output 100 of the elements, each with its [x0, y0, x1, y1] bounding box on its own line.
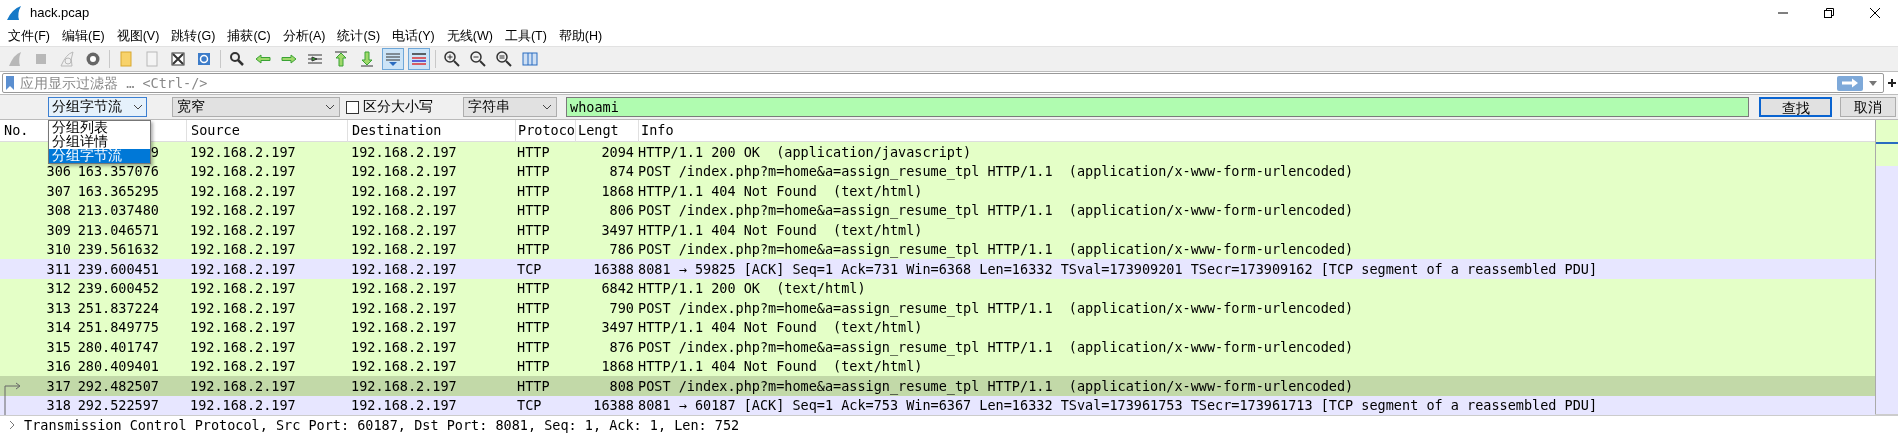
menu-item[interactable]: 跳转(G): [165, 26, 222, 46]
close-icon: [1870, 8, 1880, 18]
zoom-out-icon: [469, 50, 487, 68]
table-cell: HTTP: [517, 280, 550, 297]
table-cell: 312: [46, 280, 71, 297]
table-cell: 292.482507: [77, 377, 159, 394]
table-cell: 192.168.2.197: [190, 280, 296, 297]
packet-row[interactable]: 313 251.837224 192.168.2.197 192.168.2.197 HTTP 790 POST /index.php?m=home&a=assign_resume_tpl HTTP/1.1 (application/x-www-form-urlencoded): [0, 298, 1875, 318]
menu-item[interactable]: 捕获(C): [221, 26, 277, 46]
packet-minimap[interactable]: [1875, 120, 1898, 414]
table-cell: HTTP: [517, 241, 550, 258]
menu-item[interactable]: 工具(T): [498, 26, 553, 46]
table-cell: HTTP: [517, 358, 550, 375]
dropdown-icon[interactable]: [1869, 80, 1877, 86]
table-cell: 192.168.2.197: [190, 182, 296, 199]
dropdown-option[interactable]: 分组字节流: [49, 149, 150, 163]
table-cell: 239.600451: [77, 260, 159, 277]
cancel-button[interactable]: 取消: [1840, 97, 1896, 117]
column-header[interactable]: Lengt: [575, 119, 638, 142]
table-cell: 306: [46, 163, 71, 180]
search-field[interactable]: whoami: [566, 97, 1749, 117]
menu-item[interactable]: 电话(Y): [386, 26, 441, 46]
table-cell: HTTP/1.1 404 Not Found (text/html): [638, 221, 923, 238]
search-icon: [228, 50, 246, 68]
column-header[interactable]: Destination: [347, 119, 515, 142]
restore-icon: [1824, 8, 1834, 18]
apply-filter-button[interactable]: [1837, 75, 1863, 91]
file-icon: [143, 50, 161, 68]
table-cell: 790: [609, 299, 634, 316]
table-cell: 192.168.2.197: [351, 338, 457, 355]
table-cell: 310: [46, 241, 71, 258]
packet-row[interactable]: 316 280.409401 192.168.2.197 192.168.2.197 HTTP 1868 HTTP/1.1 404 Not Found (text/html): [0, 356, 1875, 376]
table-cell: 192.168.2.197: [190, 338, 296, 355]
table-cell: 6842: [601, 280, 634, 297]
packet-row[interactable]: 317 292.482507 192.168.2.197 192.168.2.197 HTTP 808 POST /index.php?m=home&a=assign_resume_tpl HTTP/1.1 (application/x-www-form-urlencoded): [0, 376, 1875, 396]
charset-dropdown[interactable]: 宽窄: [172, 97, 340, 117]
packet-row[interactable]: 314 251.849775 192.168.2.197 192.168.2.197 HTTP 3497 HTTP/1.1 404 Not Found (text/html): [0, 317, 1875, 337]
find-button[interactable]: 查找: [1759, 97, 1832, 117]
table-cell: 1868: [601, 182, 634, 199]
table-cell: HTTP/1.1 200 OK (application/javascript): [638, 143, 972, 160]
reload-icon: [195, 50, 213, 68]
menu-item[interactable]: 编辑(E): [55, 26, 111, 46]
plus-icon[interactable]: [1888, 79, 1896, 87]
table-cell: HTTP: [517, 182, 550, 199]
chevron-down-icon: [542, 104, 552, 110]
search-in-dropdown[interactable]: 分组字节流: [48, 97, 147, 117]
table-cell: 307: [46, 182, 71, 199]
zoom-reset-icon: [495, 50, 513, 68]
table-cell: TCP: [517, 397, 542, 414]
column-header[interactable]: Info: [638, 119, 1875, 142]
packet-row[interactable]: 309 213.046571 192.168.2.197 192.168.2.197 HTTP 3497 HTTP/1.1 404 Not Found (text/html): [0, 220, 1875, 240]
table-cell: 239.561632: [77, 241, 159, 258]
table-cell: POST /index.php?m=home&a=assign_resume_tpl HTTP/1.1 (application/x-www-form-urlencoded): [638, 241, 1354, 258]
menu-item[interactable]: 帮助(H): [552, 26, 609, 46]
column-header[interactable]: Source: [186, 119, 347, 142]
table-cell: 192.168.2.197: [351, 143, 457, 160]
table-cell: 251.849775: [77, 319, 159, 336]
packet-row[interactable]: 312 239.600452 192.168.2.197 192.168.2.197 HTTP 6842 HTTP/1.1 200 OK (text/html): [0, 278, 1875, 298]
checkbox[interactable]: [346, 100, 359, 114]
table-cell: 213.046571: [77, 221, 159, 238]
table-cell: 2094: [601, 143, 634, 160]
table-cell: HTTP/1.1 200 OK (text/html): [638, 280, 866, 297]
autoscroll-button[interactable]: [382, 48, 404, 70]
table-cell: 239.600452: [77, 280, 159, 297]
table-cell: 192.168.2.197: [351, 397, 457, 414]
packet-row[interactable]: 311 239.600451 192.168.2.197 192.168.2.197 TCP 16388 8081 → 59825 [ACK] Seq=1 Ack=731 Win=6368 Len=16332 TSval=173909201 TSecr=173909162 [TCP segment of a reassembled PDU]: [0, 259, 1875, 279]
table-cell: 308: [46, 202, 71, 219]
gear-icon: [84, 50, 102, 68]
table-cell: 192.168.2.197: [190, 377, 296, 394]
search-type-dropdown[interactable]: 字符串: [463, 97, 557, 117]
packet-row[interactable]: 307 163.365295 192.168.2.197 192.168.2.197 HTTP 1868 HTTP/1.1 404 Not Found (text/html): [0, 181, 1875, 201]
chevron-down-icon: [325, 104, 335, 110]
menu-item[interactable]: 统计(S): [331, 26, 387, 46]
table-cell: 192.168.2.197: [190, 143, 296, 160]
table-cell: TCP: [517, 260, 542, 277]
packet-row[interactable]: 318 292.522597 192.168.2.197 192.168.2.197 TCP 16388 8081 → 60187 [ACK] Seq=1 Ack=753 Win=6367 Len=16332 TSval=173961753 TSecr=173961713 [TCP segment of a reassembled PDU]: [0, 395, 1875, 415]
packet-row[interactable]: 308 213.037480 192.168.2.197 192.168.2.197 HTTP 806 POST /index.php?m=home&a=assign_resume_tpl HTTP/1.1 (application/x-www-form-urlencoded): [0, 200, 1875, 220]
table-cell: POST /index.php?m=home&a=assign_resume_tpl HTTP/1.1 (application/x-www-form-urlencoded): [638, 202, 1354, 219]
packet-row[interactable]: 310 239.561632 192.168.2.197 192.168.2.197 HTTP 786 POST /index.php?m=home&a=assign_resume_tpl HTTP/1.1 (application/x-www-form-urlencoded): [0, 239, 1875, 259]
table-cell: 280.401747: [77, 338, 159, 355]
fin-restart-icon: [58, 50, 76, 68]
column-header[interactable]: Protoco: [515, 119, 575, 142]
menu-item[interactable]: 文件(F): [2, 26, 56, 46]
menu-item[interactable]: 无线(W): [440, 26, 499, 46]
table-cell: 192.168.2.197: [351, 280, 457, 297]
packet-row[interactable]: 315 280.401747 192.168.2.197 192.168.2.197 HTTP 876 POST /index.php?m=home&a=assign_resume_tpl HTTP/1.1 (application/x-www-form-urlencoded): [0, 337, 1875, 357]
colorize-button[interactable]: [408, 48, 430, 70]
table-cell: 316: [46, 358, 71, 375]
table-cell: 192.168.2.197: [351, 221, 457, 238]
table-cell: 213.037480: [77, 202, 159, 219]
folder-icon: [117, 50, 135, 68]
menu-item[interactable]: 分析(A): [276, 26, 332, 46]
table-cell: 192.168.2.197: [190, 163, 296, 180]
table-cell: 318: [46, 397, 71, 414]
table-cell: POST /index.php?m=home&a=assign_resume_tpl HTTP/1.1 (application/x-www-form-urlencoded): [638, 299, 1354, 316]
dropdown-option[interactable]: 分组列表: [49, 121, 150, 135]
table-cell: 163.365295: [77, 182, 159, 199]
table-cell: HTTP/1.1 404 Not Found (text/html): [638, 182, 923, 199]
table-cell: 192.168.2.197: [351, 299, 457, 316]
menu-item[interactable]: 视图(V): [110, 26, 166, 46]
